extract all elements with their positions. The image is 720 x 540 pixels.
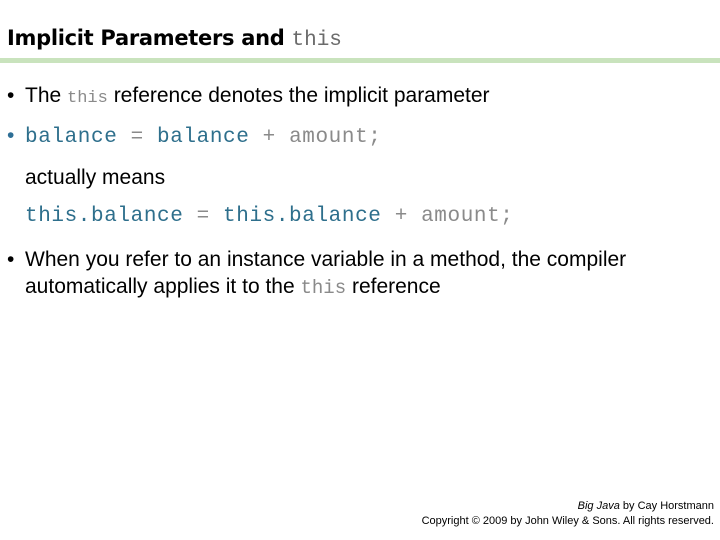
code-amount: amount; xyxy=(421,205,514,228)
code-operator-plus: + xyxy=(262,126,276,149)
slide-title-code: this xyxy=(291,29,342,52)
bullet-compiler-line2: automatically applies it to the this ref… xyxy=(25,275,441,299)
bullet-compiler: • When you refer to an instance variable … xyxy=(7,248,626,272)
code-var: this.balance xyxy=(25,205,184,228)
bullet-code-statement: • balance = balance + amount; xyxy=(7,124,381,149)
title-underline xyxy=(0,58,720,63)
footer-author: by Cay Horstmann xyxy=(622,500,714,512)
bullet-text-after: reference denotes the implicit parameter xyxy=(113,84,490,107)
footer-copyright: Copyright © 2009 by John Wiley & Sons. A… xyxy=(421,515,714,527)
bullet-text-before: The xyxy=(25,84,62,107)
footer-book-title: Big Java xyxy=(577,500,620,512)
bullet-icon: • xyxy=(7,124,15,147)
bullet-icon: • xyxy=(7,84,15,107)
footer-book-credit: Big Java by Cay Horstmann xyxy=(578,500,714,512)
code-operator-plus: + xyxy=(394,205,408,228)
slide-title: Implicit Parameters and this xyxy=(7,26,342,52)
inline-code-this: this xyxy=(67,89,108,108)
slide-title-text: Implicit Parameters and xyxy=(7,26,285,50)
bullet-this-reference: • The this reference denotes the implicit… xyxy=(7,84,490,108)
code-amount: amount; xyxy=(289,126,382,149)
code-var: balance xyxy=(25,126,118,149)
actually-means-text: actually means xyxy=(25,166,166,189)
bullet-text-before: automatically applies it to the xyxy=(25,275,295,298)
code-operator-eq: = xyxy=(130,126,144,149)
code-expanded-statement: this.balance = this.balance + amount; xyxy=(25,205,514,228)
bullet-text-line1: When you refer to an instance variable i… xyxy=(25,248,627,271)
bullet-icon: • xyxy=(7,248,15,271)
code-var: this.balance xyxy=(223,205,382,228)
code-var: balance xyxy=(157,126,250,149)
code-operator-eq: = xyxy=(196,205,210,228)
bullet-text-after: reference xyxy=(351,275,441,298)
inline-code-this: this xyxy=(300,277,347,299)
